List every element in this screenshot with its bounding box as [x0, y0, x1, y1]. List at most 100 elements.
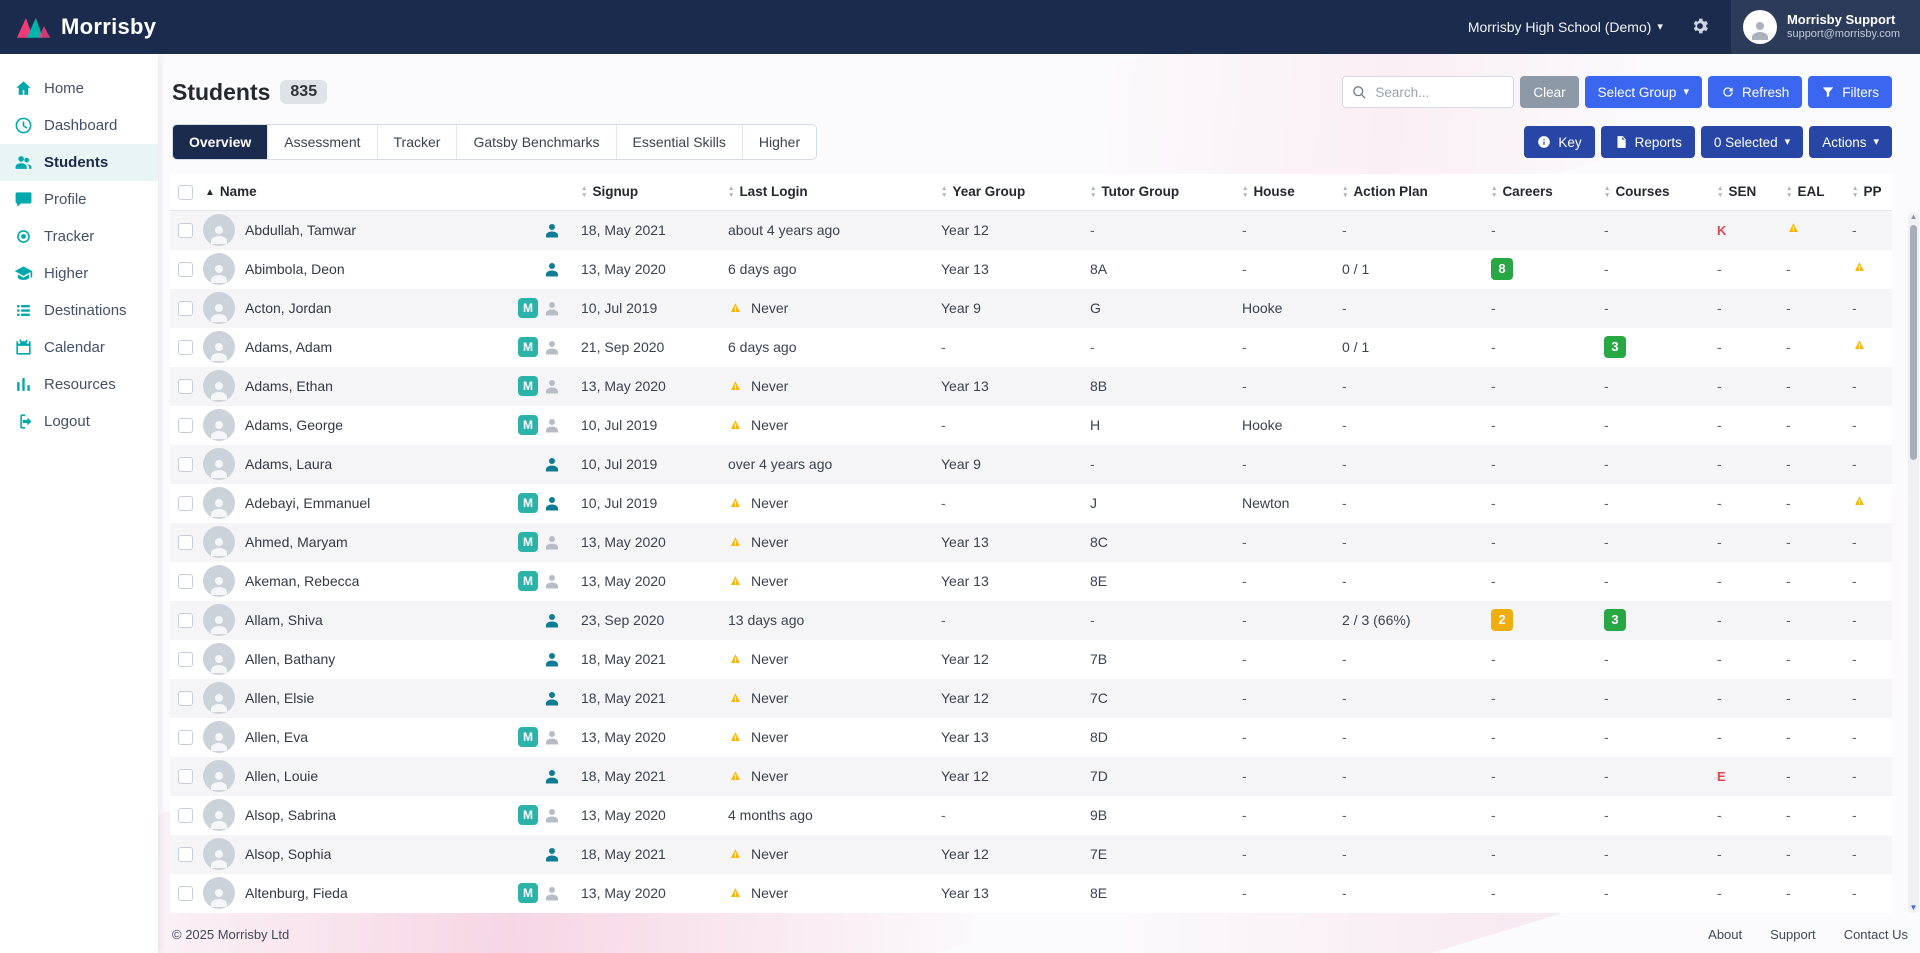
column-header-eal[interactable]: ▲▼EAL — [1778, 174, 1844, 210]
sidebar-item-profile[interactable]: Profile — [0, 181, 158, 218]
student-name[interactable]: Allen, Louie — [245, 768, 318, 784]
row-checkbox[interactable] — [178, 730, 193, 745]
student-name[interactable]: Allam, Shiva — [245, 612, 323, 628]
sidebar-item-destinations[interactable]: Destinations — [0, 292, 158, 329]
refresh-button[interactable]: Refresh — [1708, 76, 1802, 108]
row-checkbox[interactable] — [178, 262, 193, 277]
sidebar-item-logout[interactable]: Logout — [0, 403, 158, 440]
student-name[interactable]: Adams, George — [245, 417, 343, 433]
footer-link-contact-us[interactable]: Contact Us — [1844, 927, 1908, 942]
row-checkbox[interactable] — [178, 691, 193, 706]
brand-logo[interactable]: Morrisby — [16, 14, 156, 40]
row-checkbox[interactable] — [178, 457, 193, 472]
user-menu[interactable]: Morrisby Support support@morrisby.com — [1731, 0, 1920, 54]
column-header-year-group[interactable]: ▲▼Year Group — [933, 174, 1082, 210]
student-name[interactable]: Akeman, Rebecca — [245, 573, 359, 589]
student-name[interactable]: Abdullah, Tamwar — [245, 222, 356, 238]
row-checkbox[interactable] — [178, 340, 193, 355]
settings-button[interactable] — [1689, 16, 1711, 38]
tab-assessment[interactable]: Assessment — [268, 125, 377, 159]
row-checkbox[interactable] — [178, 613, 193, 628]
tab-overview[interactable]: Overview — [173, 125, 268, 159]
sidebar-item-calendar[interactable]: Calendar — [0, 329, 158, 366]
student-name[interactable]: Alsop, Sabrina — [245, 807, 336, 823]
select-group-button[interactable]: Select Group▾ — [1585, 76, 1702, 108]
table-row[interactable]: Ahmed, MaryamM13, May 2020NeverYear 138C… — [170, 523, 1892, 562]
table-row[interactable]: Allen, EvaM13, May 2020NeverYear 138D---… — [170, 718, 1892, 757]
column-header-house[interactable]: ▲▼House — [1234, 174, 1334, 210]
footer-link-about[interactable]: About — [1708, 927, 1742, 942]
student-name[interactable]: Adams, Laura — [245, 456, 332, 472]
column-header-name[interactable]: ▲Name — [170, 174, 573, 210]
row-checkbox[interactable] — [178, 769, 193, 784]
table-row[interactable]: Abdullah, Tamwar18, May 2021about 4 year… — [170, 210, 1892, 250]
column-header-sen[interactable]: ▲▼SEN — [1709, 174, 1778, 210]
search-input[interactable] — [1373, 84, 1504, 101]
column-header-pp[interactable]: ▲▼PP — [1844, 174, 1892, 210]
table-row[interactable]: Allam, Shiva23, Sep 202013 days ago---2 … — [170, 601, 1892, 640]
row-checkbox[interactable] — [178, 574, 193, 589]
student-name[interactable]: Abimbola, Deon — [245, 261, 345, 277]
student-name[interactable]: Allen, Bathany — [245, 651, 335, 667]
table-row[interactable]: Akeman, RebeccaM13, May 2020NeverYear 13… — [170, 562, 1892, 601]
sidebar-item-dashboard[interactable]: Dashboard — [0, 107, 158, 144]
select-all-checkbox[interactable] — [178, 185, 193, 200]
column-header-careers[interactable]: ▲▼Careers — [1483, 174, 1596, 210]
reports-button[interactable]: Reports — [1601, 126, 1695, 158]
column-header-action-plan[interactable]: ▲▼Action Plan — [1334, 174, 1483, 210]
school-selector[interactable]: Morrisby High School (Demo) ▾ — [1462, 18, 1669, 36]
sidebar-item-tracker[interactable]: Tracker — [0, 218, 158, 255]
table-row[interactable]: Allen, Bathany18, May 2021NeverYear 127B… — [170, 640, 1892, 679]
table-row[interactable]: Adebayi, EmmanuelM10, Jul 2019Never-JNew… — [170, 484, 1892, 523]
filters-button[interactable]: Filters — [1808, 76, 1892, 108]
scroll-down-icon[interactable]: ▼ — [1910, 903, 1918, 913]
table-row[interactable]: Abimbola, Deon13, May 20206 days agoYear… — [170, 250, 1892, 289]
student-name[interactable]: Allen, Eva — [245, 729, 308, 745]
column-header-last-login[interactable]: ▲▼Last Login — [720, 174, 933, 210]
column-header-signup[interactable]: ▲▼Signup — [573, 174, 720, 210]
student-name[interactable]: Acton, Jordan — [245, 300, 331, 316]
table-row[interactable]: Adams, AdamM21, Sep 20206 days ago---0 /… — [170, 328, 1892, 367]
sidebar-item-students[interactable]: Students — [0, 144, 158, 181]
vertical-scrollbar[interactable]: ▲ ▼ — [1908, 212, 1919, 913]
tab-tracker[interactable]: Tracker — [378, 125, 458, 159]
sidebar-item-resources[interactable]: Resources — [0, 366, 158, 403]
student-name[interactable]: Ahmed, Maryam — [245, 534, 348, 550]
tab-gatsby-benchmarks[interactable]: Gatsby Benchmarks — [457, 125, 616, 159]
row-checkbox[interactable] — [178, 847, 193, 862]
row-checkbox[interactable] — [178, 535, 193, 550]
row-checkbox[interactable] — [178, 496, 193, 511]
student-name[interactable]: Adams, Ethan — [245, 378, 333, 394]
row-checkbox[interactable] — [178, 301, 193, 316]
selected-count-button[interactable]: 0 Selected▾ — [1701, 126, 1803, 158]
table-row[interactable]: Adams, GeorgeM10, Jul 2019Never-HHooke--… — [170, 406, 1892, 445]
tab-essential-skills[interactable]: Essential Skills — [617, 125, 743, 159]
scrollbar-thumb[interactable] — [1910, 225, 1917, 460]
clear-button[interactable]: Clear — [1520, 76, 1578, 108]
table-row[interactable]: Acton, JordanM10, Jul 2019NeverYear 9GHo… — [170, 289, 1892, 328]
table-row[interactable]: Adams, EthanM13, May 2020NeverYear 138B-… — [170, 367, 1892, 406]
actions-button[interactable]: Actions▾ — [1809, 126, 1892, 158]
column-header-courses[interactable]: ▲▼Courses — [1596, 174, 1709, 210]
student-name[interactable]: Adams, Adam — [245, 339, 332, 355]
table-row[interactable]: Adams, Laura10, Jul 2019over 4 years ago… — [170, 445, 1892, 484]
student-name[interactable]: Alsop, Sophia — [245, 846, 331, 862]
row-checkbox[interactable] — [178, 652, 193, 667]
row-checkbox[interactable] — [178, 379, 193, 394]
student-name[interactable]: Adebayi, Emmanuel — [245, 495, 370, 511]
table-row[interactable]: Altenburg, FiedaM13, May 2020NeverYear 1… — [170, 874, 1892, 913]
table-row[interactable]: Allen, Louie18, May 2021NeverYear 127D--… — [170, 757, 1892, 796]
table-row[interactable]: Alsop, SabrinaM13, May 20204 months ago-… — [170, 796, 1892, 835]
column-header-tutor-group[interactable]: ▲▼Tutor Group — [1082, 174, 1234, 210]
tab-higher[interactable]: Higher — [743, 125, 816, 159]
scroll-up-icon[interactable]: ▲ — [1910, 212, 1918, 222]
row-checkbox[interactable] — [178, 418, 193, 433]
table-row[interactable]: Allen, Elsie18, May 2021NeverYear 127C--… — [170, 679, 1892, 718]
table-row[interactable]: Alsop, Sophia18, May 2021NeverYear 127E-… — [170, 835, 1892, 874]
student-name[interactable]: Altenburg, Fieda — [245, 885, 348, 901]
row-checkbox[interactable] — [178, 886, 193, 901]
student-name[interactable]: Allen, Elsie — [245, 690, 314, 706]
footer-link-support[interactable]: Support — [1770, 927, 1816, 942]
row-checkbox[interactable] — [178, 223, 193, 238]
row-checkbox[interactable] — [178, 808, 193, 823]
